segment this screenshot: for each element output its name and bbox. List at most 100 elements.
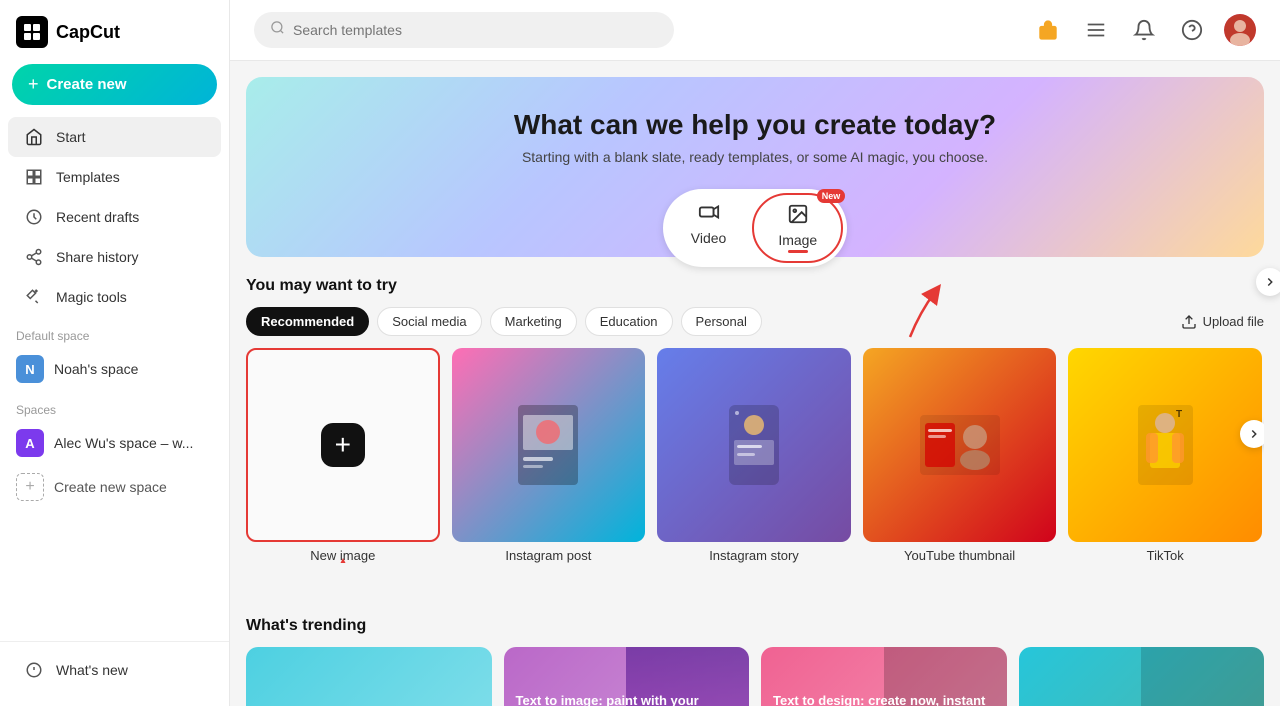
trending-next-arrow[interactable] [1256,268,1280,296]
space-alec[interactable]: A Alec Wu's space – w... [0,421,229,465]
nav-whats-new-label: What's new [56,662,128,678]
nav-item-share-history[interactable]: Share history [8,237,221,277]
search-input[interactable] [293,22,658,38]
nav-templates-label: Templates [56,169,120,185]
tab-container: Video New Image [663,189,847,267]
instagram-story-label: Instagram story [657,548,851,563]
tab-image-label: Image [778,232,817,248]
spaces-label: Spaces [0,391,229,421]
template-card-instagram-story[interactable]: Instagram story [657,348,851,563]
tab-image-badge: New [817,189,846,203]
template-grid: + New image [246,348,1264,563]
create-space-icon: + [16,473,44,501]
nav-whats-new[interactable]: What's new [8,650,221,690]
filter-recommended[interactable]: Recommended [246,307,369,336]
trending-card-text-to-image-text: Text to image: paint with your words [516,693,738,706]
header-icons [1032,14,1256,46]
space-noah[interactable]: N Noah's space [0,347,229,391]
logo-icon [16,16,48,48]
user-avatar[interactable] [1224,14,1256,46]
template-card-tiktok[interactable]: T TikTok [1068,348,1262,563]
template-icon [24,167,44,187]
spacer [246,563,1264,613]
plus-icon: + [28,74,39,95]
trending-card-text-to-design[interactable]: Text to design: create now, instant WOW [761,647,1007,706]
nav-item-recent-drafts[interactable]: Recent drafts [8,197,221,237]
create-new-button[interactable]: + Create new [12,64,217,105]
content-area: You may want to try Recommended Social m… [230,273,1280,706]
trending-card-text-to-image[interactable]: Text to image: paint with your words [504,647,750,706]
nav-item-templates[interactable]: Templates [8,157,221,197]
nav-item-magic-tools[interactable]: Magic tools [8,277,221,317]
bell-icon[interactable] [1128,14,1160,46]
star-icon [24,660,44,680]
hero-title: What can we help you create today? [270,109,1240,141]
alec-avatar: A [16,429,44,457]
gift-icon[interactable] [1032,14,1064,46]
filter-marketing[interactable]: Marketing [490,307,577,336]
next-arrow-button[interactable] [1240,420,1264,448]
home-icon [24,127,44,147]
instagram-post-label: Instagram post [452,548,646,563]
menu-icon[interactable] [1080,14,1112,46]
filter-education[interactable]: Education [585,307,673,336]
header [230,0,1280,61]
tiktok-label: TikTok [1068,548,1262,563]
nav-item-start[interactable]: Start [8,117,221,157]
template-card-instagram-post[interactable]: Instagram post [452,348,646,563]
hero-tabs-wrapper: Video New Image [270,189,1240,307]
template-card-youtube[interactable]: YouTube thumbnail [863,348,1057,563]
hero-subtitle: Starting with a blank slate, ready templ… [270,149,1240,165]
capcut-logo-svg [22,22,42,42]
create-new-label: Create new [47,76,127,93]
trending-title: What's trending [246,617,1264,635]
new-image-card-inner: + [246,348,440,542]
nav-start-label: Start [56,129,86,145]
tab-video-label: Video [691,230,727,246]
search-icon [270,20,285,40]
tab-image[interactable]: New Image [752,193,843,263]
app-name: CapCut [56,22,120,43]
create-space-button[interactable]: + Create new space [0,465,229,509]
tiktok-preview: T [1068,348,1262,542]
help-icon[interactable] [1176,14,1208,46]
nav-recent-label: Recent drafts [56,209,139,225]
clock-icon [24,207,44,227]
nav-share-label: Share history [56,249,138,265]
noah-avatar: N [16,355,44,383]
instagram-post-preview [452,348,646,542]
new-image-plus-icon: + [321,423,365,467]
video-tab-icon [698,201,720,228]
youtube-preview [863,348,1057,542]
filter-social-media[interactable]: Social media [377,307,481,336]
trending-card-batch-edit[interactable]: Batch edit: your perfect time saver [246,647,492,706]
default-space-label: Default space [0,317,229,347]
alec-space-name: Alec Wu's space – w... [54,435,193,451]
logo: CapCut [0,16,229,64]
youtube-card-inner [863,348,1057,542]
svg-text:T: T [1176,409,1182,420]
annotation-arrow-image-tab [870,282,950,342]
youtube-label: YouTube thumbnail [863,548,1057,563]
sidebar-bottom: What's new [0,641,229,690]
tiktok-card-inner: T [1068,348,1262,542]
upload-label: Upload file [1203,314,1264,329]
instagram-post-card-inner [452,348,646,542]
share-icon [24,247,44,267]
filter-personal[interactable]: Personal [681,307,762,336]
trending-card-background-magic[interactable]: Background magic for products [1019,647,1265,706]
annotation-arrow-new-image [313,558,373,563]
trending-card-text-to-design-text: Text to design: create now, instant WOW [773,693,995,706]
trending-grid: Batch edit: your perfect time saver Text… [246,647,1264,706]
magic-icon [24,287,44,307]
upload-file-button[interactable]: Upload file [1181,314,1264,330]
filter-row: Recommended Social media Marketing Educa… [246,307,1264,336]
upload-icon [1181,314,1197,330]
tab-video[interactable]: Video [667,193,751,263]
sidebar: CapCut + Create new Start Templates Rece… [0,0,230,706]
template-card-new-image[interactable]: + New image [246,348,440,563]
search-bar[interactable] [254,12,674,48]
image-tab-icon [787,203,809,230]
main-content: What can we help you create today? Start… [230,0,1280,706]
hero-banner: What can we help you create today? Start… [246,77,1264,257]
